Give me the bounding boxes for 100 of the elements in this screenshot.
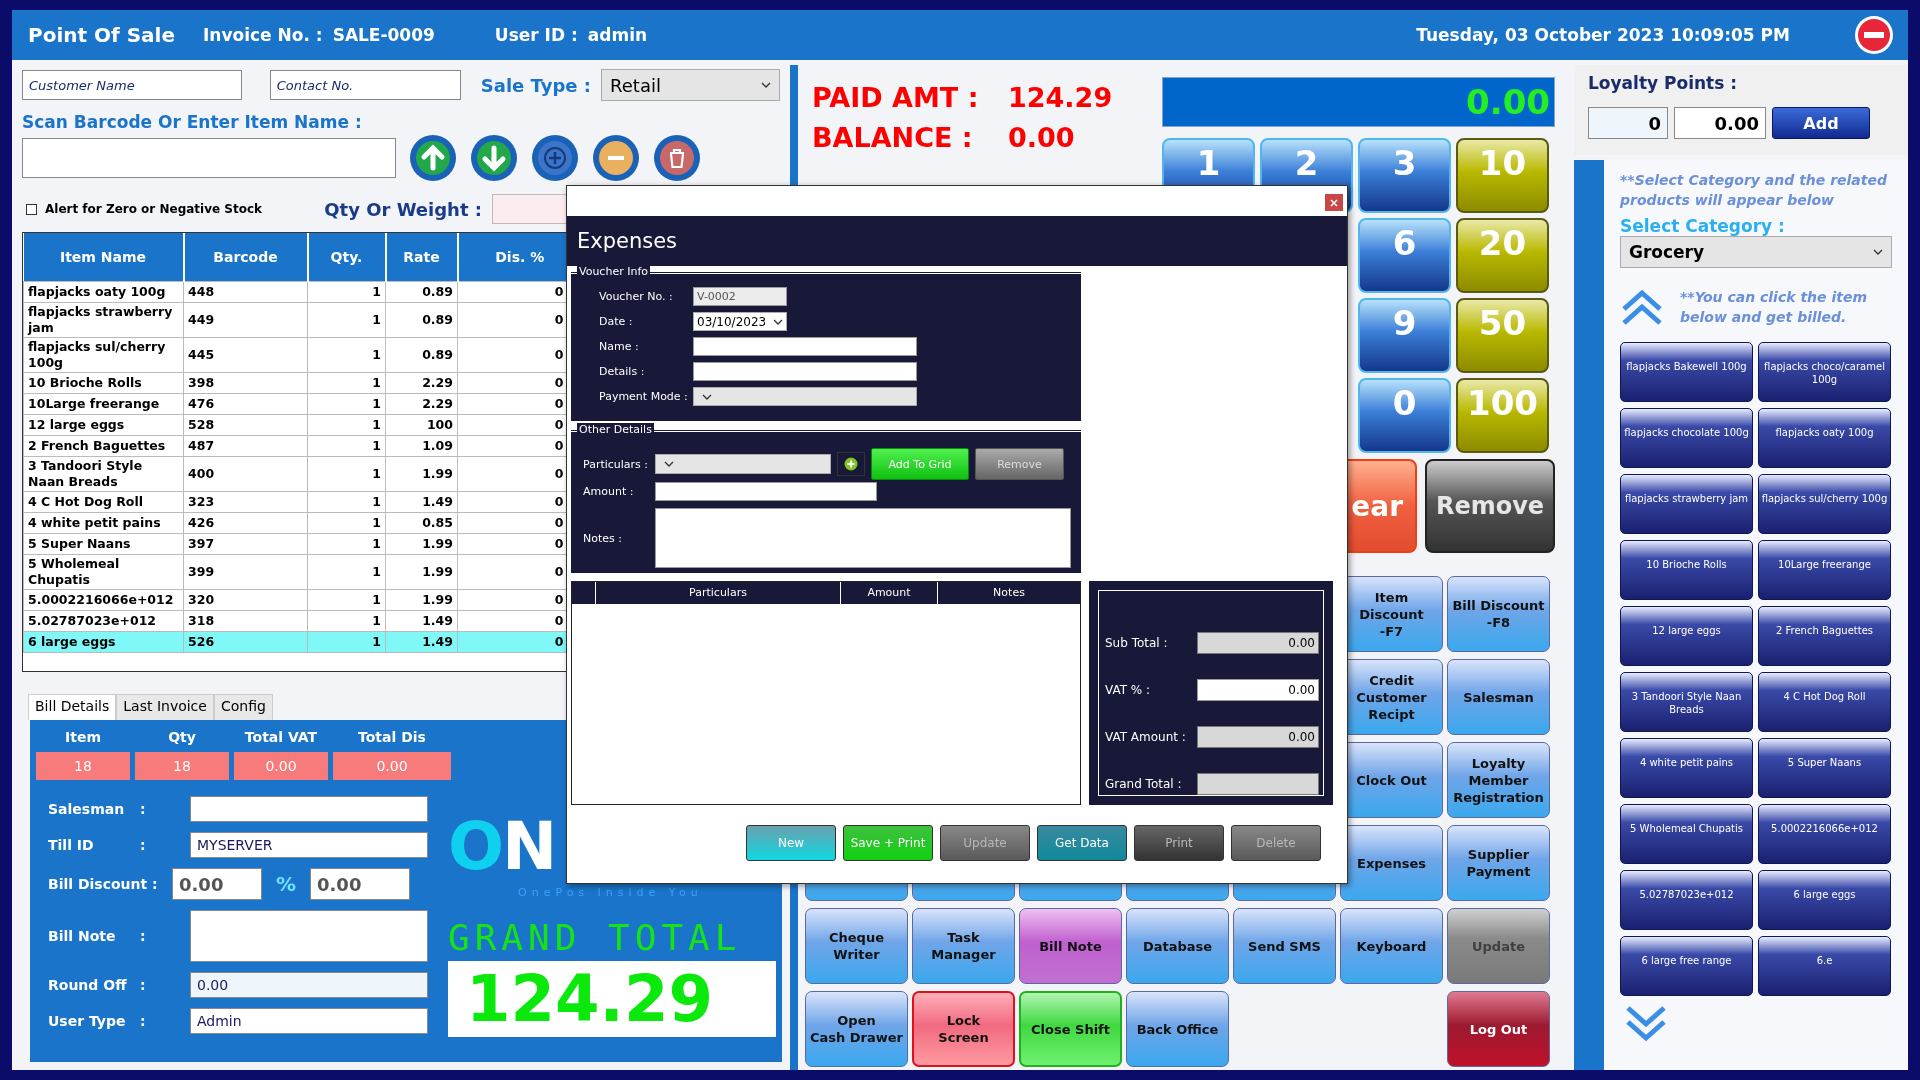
function-button[interactable]: Bill Note [1019,908,1122,984]
text-field[interactable] [693,362,917,381]
function-button[interactable]: Database [1126,908,1229,984]
function-button[interactable]: Bill Discount -F8 [1447,576,1550,652]
discount-field[interactable]: 0.00 [172,868,262,900]
notes-area[interactable] [655,508,1071,568]
function-button[interactable]: Loyalty Member Registration [1447,742,1550,818]
product-button[interactable]: flapjacks chocolate 100g [1620,408,1753,468]
field-label: Bill Note [47,928,117,944]
dropdown[interactable]: Retail [601,69,780,101]
product-button[interactable]: 5 Super Naans [1758,738,1891,798]
function-button[interactable]: Back Office [1126,991,1229,1067]
function-button[interactable]: Supplier Payment [1447,825,1550,901]
product-button[interactable]: 4 white petit pains [1620,738,1753,798]
tab[interactable]: Bill Details [28,694,117,720]
close-button[interactable] [1325,194,1343,211]
discount-amount-field[interactable]: 0.00 [310,868,410,900]
function-button[interactable]: Lock Screen [912,991,1015,1067]
total-field[interactable]: 0.00 [1197,631,1319,654]
column-header[interactable]: Barcode [183,233,308,281]
column-header[interactable]: Notes [938,582,1080,604]
dialog-button[interactable]: Get Data [1037,825,1127,861]
table-row[interactable]: 4 white petit pains 426 1 0.85 0 [23,512,568,533]
table-row[interactable]: 5 Super Naans 397 1 1.99 0 [23,533,568,554]
add-button[interactable]: Add [1772,107,1870,139]
product-button[interactable]: 6.e [1758,936,1891,996]
amount-field[interactable] [655,481,877,501]
minus-circle-icon[interactable] [1854,15,1894,55]
function-button[interactable]: Close Shift [1019,991,1122,1067]
function-button[interactable]: Log Out [1447,991,1550,1067]
tab[interactable]: Config [213,694,273,720]
text-field[interactable]: 0.00 [190,972,428,998]
table-row[interactable]: flapjacks strawberry jam 449 1 0.89 0 [23,302,568,337]
column-header[interactable]: Rate [385,233,458,281]
total-field[interactable]: 0.00 [1197,725,1319,748]
text-field[interactable] [693,337,917,356]
tab[interactable]: Last Invoice [116,694,214,720]
table-row[interactable]: 6 large eggs 526 1 1.49 0 [23,631,568,652]
remove-button[interactable]: Remove [1425,459,1555,553]
function-button[interactable]: Send SMS [1233,908,1336,984]
product-button[interactable]: 6 large eggs [1758,870,1891,930]
function-button[interactable]: Open Cash Drawer [805,991,908,1067]
table-row[interactable]: 12 large eggs 528 1 100 0 [23,414,568,435]
customer-name-field[interactable]: Customer Name [22,70,242,100]
note-area[interactable] [190,910,428,962]
plus-icon[interactable] [531,134,579,182]
product-button[interactable]: 4 C Hot Dog Roll [1758,672,1891,732]
table-row[interactable]: flapjacks oaty 100g 448 1 0.89 0 [23,281,568,302]
product-button[interactable]: 6 large free range [1620,936,1753,996]
text-field[interactable]: Admin [190,1008,428,1034]
product-button[interactable]: 5.02787023e+012 [1620,870,1753,930]
voucher-field[interactable]: V-0002 [693,287,787,306]
product-button[interactable]: 5 Wholemeal Chupatis [1620,804,1753,864]
table-row[interactable]: 5.0002216066e+012 320 1 1.99 0 [23,589,568,610]
product-button[interactable]: 2 French Baguettes [1758,606,1891,666]
product-button[interactable]: 3 Tandoori Style Naan Breads [1620,672,1753,732]
product-button[interactable]: 10Large freerange [1758,540,1891,600]
product-button[interactable]: 12 large eggs [1620,606,1753,666]
dropdown[interactable]: 03/10/2023 [693,312,787,331]
points-field[interactable]: 0 [1588,107,1668,139]
text-field[interactable]: MYSERVER [190,832,428,858]
table-row[interactable]: flapjacks sul/cherry 100g 445 1 0.89 0 [23,337,568,372]
table-row[interactable]: 10Large freerange 476 1 2.29 0 [23,393,568,414]
product-button[interactable]: 5.0002216066e+012 [1758,804,1891,864]
column-header[interactable]: Particulars [596,582,841,604]
table-row[interactable]: 5 Wholemeal Chupatis 399 1 1.99 0 [23,554,568,589]
total-field[interactable]: 0.00 [1197,678,1319,701]
minus-icon[interactable] [592,134,640,182]
function-button[interactable]: Cheque Writer [805,908,908,984]
product-button[interactable]: flapjacks choco/caramel 100g [1758,342,1891,402]
function-button[interactable]: Task Manager [912,908,1015,984]
table-row[interactable]: 2 French Baguettes 487 1 1.09 0 [23,435,568,456]
product-button[interactable]: flapjacks sul/cherry 100g [1758,474,1891,534]
column-header[interactable]: Item Name [23,233,184,281]
scroll-down-icon[interactable] [1624,1004,1668,1044]
product-button[interactable]: flapjacks Bakewell 100g [1620,342,1753,402]
function-button[interactable]: Keyboard [1340,908,1443,984]
barcode-field[interactable] [22,138,396,178]
product-button[interactable]: flapjacks strawberry jam [1620,474,1753,534]
checkbox[interactable] [26,203,37,215]
table-row[interactable]: 10 Brioche Rolls 398 1 2.29 0 [23,372,568,393]
qty-field[interactable] [492,194,568,224]
function-button[interactable]: Salesman [1447,659,1550,735]
dropdown[interactable]: Grocery [1620,236,1892,268]
trash-icon[interactable] [653,134,701,182]
column-header[interactable]: Amount [841,582,938,604]
amount-field[interactable]: 0.00 [1674,107,1766,139]
table-row[interactable]: 3 Tandoori Style Naan Breads 400 1 1.99 0 [23,456,568,491]
table-row[interactable]: 5.02787023e+012 318 1 1.49 0 [23,610,568,631]
text-field[interactable] [190,796,428,822]
table-row[interactable]: 4 C Hot Dog Roll 323 1 1.49 0 [23,491,568,512]
function-button[interactable]: Expenses [1340,825,1443,901]
product-button[interactable]: flapjacks oaty 100g [1758,408,1891,468]
contact-field[interactable]: Contact No. [269,70,461,100]
column-header[interactable]: Qty. [307,233,386,281]
total-field[interactable] [1197,772,1319,795]
add-particular-button[interactable] [837,452,865,476]
column-header[interactable]: Dis. % [457,233,568,281]
product-button[interactable]: 10 Brioche Rolls [1620,540,1753,600]
scroll-up-icon[interactable] [1620,287,1664,327]
